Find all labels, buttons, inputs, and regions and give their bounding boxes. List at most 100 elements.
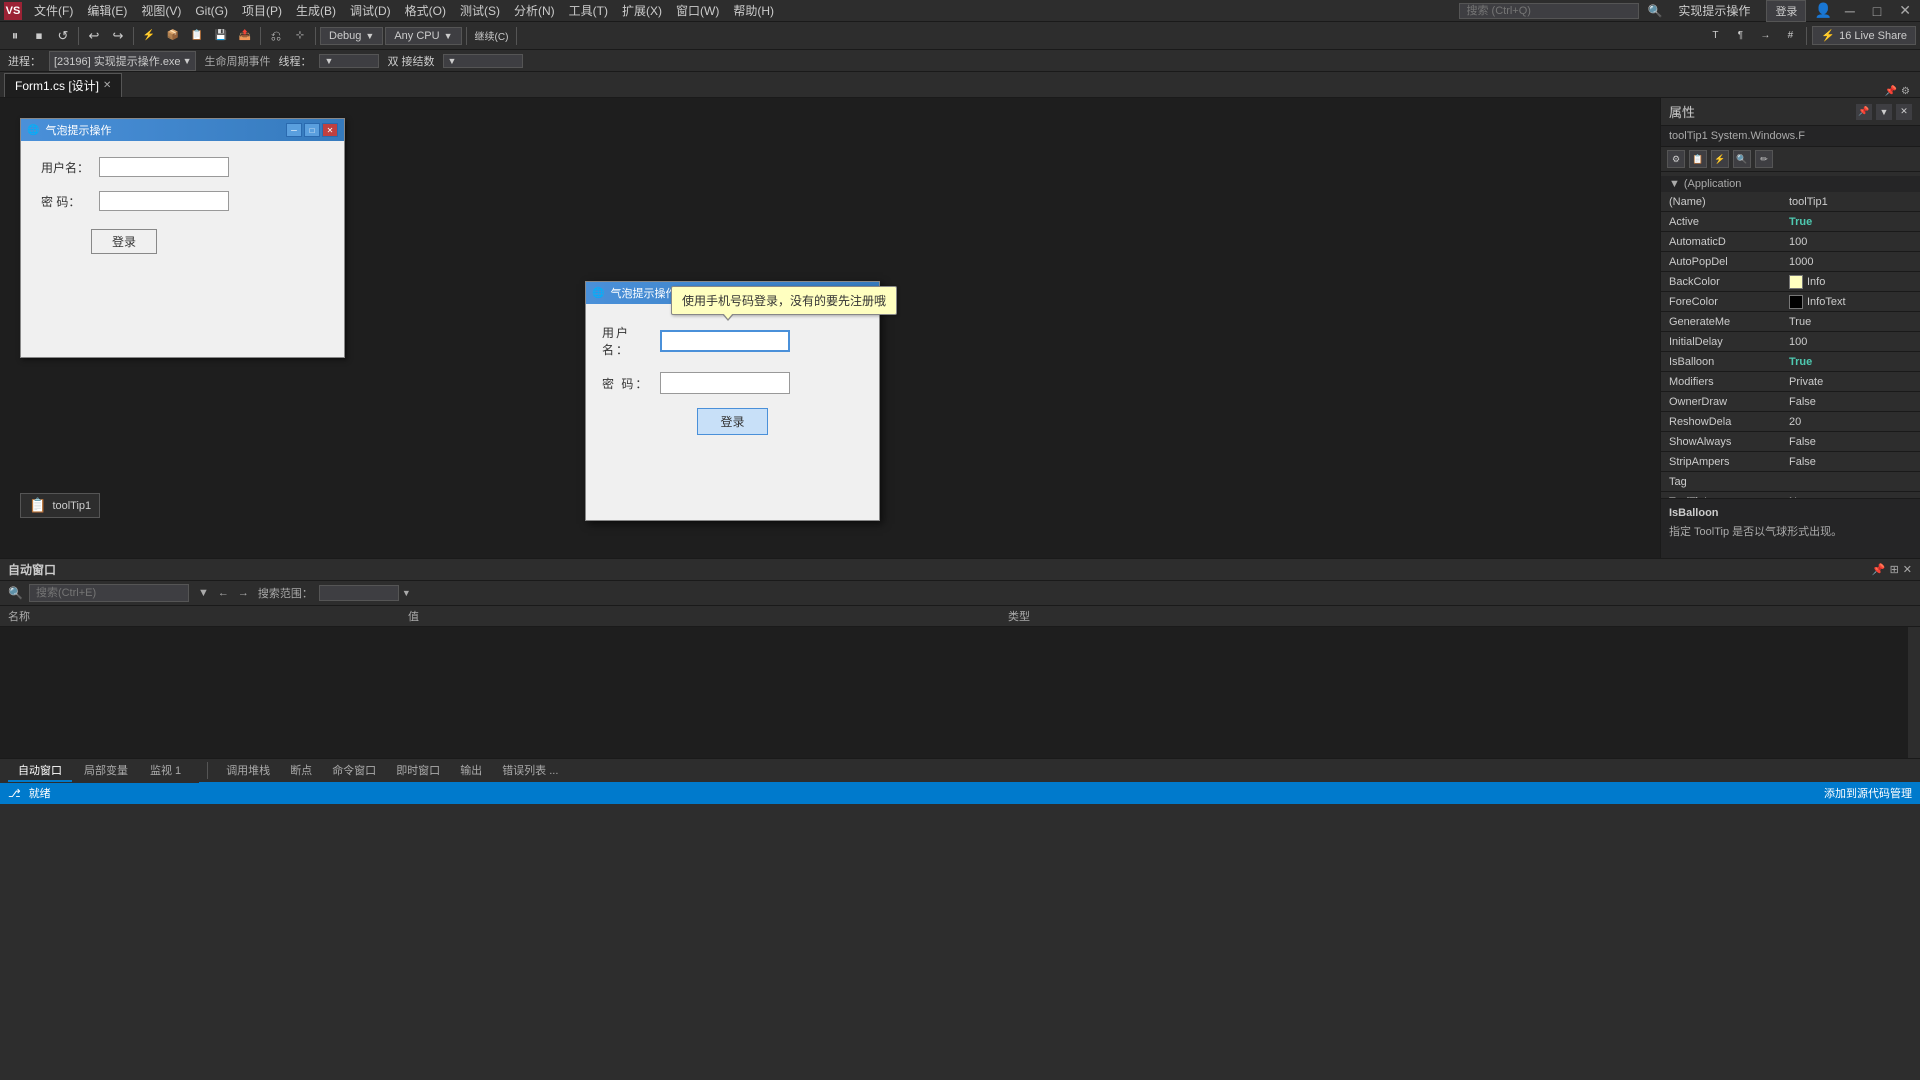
prop-row[interactable]: ForeColorInfoText [1661,292,1920,312]
prop-section-expand[interactable]: ▼ [1669,178,1680,190]
menu-item-window[interactable]: 窗口(W) [670,1,725,20]
menu-item-debug[interactable]: 调试(D) [344,1,397,20]
thread-dropdown[interactable]: ▼ [319,54,379,68]
login-button-top[interactable]: 登录 [1766,0,1806,22]
form1-username-input[interactable] [99,157,229,177]
search-scope-input[interactable] [319,585,399,601]
debug-dropdown[interactable]: Debug ▼ [320,27,383,45]
bottom-pin-icon[interactable]: 📌 [1872,563,1886,576]
pause-button[interactable]: ⏸ [4,25,26,47]
tab-auto-window[interactable]: 自动窗口 [8,760,72,782]
search-next-icon[interactable]: → [235,586,252,600]
right-btn4[interactable]: # [1779,25,1801,47]
prop-row[interactable]: Tag [1661,472,1920,492]
prop-toolbar-btn4[interactable]: 🔍 [1733,150,1751,168]
right-btn1[interactable]: T [1704,25,1726,47]
prop-row[interactable]: BackColorInfo [1661,272,1920,292]
tab-watch1[interactable]: 监视 1 [140,760,191,782]
prop-row[interactable]: ReshowDela20 [1661,412,1920,432]
select-btn[interactable]: ⊹ [289,25,311,47]
runtime-login-button[interactable]: 登录 [697,408,767,435]
prop-row[interactable]: ModifiersPrivate [1661,372,1920,392]
search-dropdown-icon[interactable]: ▼ [195,586,212,600]
form1-login-button[interactable]: 登录 [91,229,157,254]
tab-immediate-window[interactable]: 即时窗口 [386,760,450,782]
menu-item-edit[interactable]: 编辑(E) [81,1,133,20]
btn3[interactable]: 📋 [186,25,208,47]
tab-call-stack[interactable]: 调用堆栈 [216,760,280,782]
tab-local-vars[interactable]: 局部变量 [74,760,138,782]
btn4[interactable]: 💾 [210,25,232,47]
lifecycle-btn[interactable]: 生命周期事件 [204,53,270,69]
search-prev-icon[interactable]: ← [215,586,232,600]
menu-item-tools[interactable]: 工具(T) [563,1,614,20]
prop-row[interactable]: InitialDelay100 [1661,332,1920,352]
prop-row[interactable]: IsBalloonTrue [1661,352,1920,372]
tab-command-window[interactable]: 命令窗口 [322,760,386,782]
runtime-window[interactable]: 🌐 气泡提示操作 ─ □ ✕ 使用手机号码登录，没有的要先注册哦 用户名： [585,281,880,521]
menu-item-project[interactable]: 项目(P) [236,1,288,20]
menu-item-view[interactable]: 视图(V) [135,1,187,20]
stop-button[interactable]: ⏹ [28,25,50,47]
right-btn2[interactable]: ¶ [1729,25,1751,47]
prop-row[interactable]: AutoPopDel1000 [1661,252,1920,272]
btn1[interactable]: ⚡ [138,25,160,47]
menu-item-test[interactable]: 测试(S) [454,1,506,20]
prop-row[interactable]: AutomaticD100 [1661,232,1920,252]
runtime-username-input[interactable] [660,330,790,352]
any-cpu-dropdown[interactable]: Any CPU ▼ [385,27,461,45]
bottom-search-input[interactable] [29,584,189,602]
close-button[interactable]: ✕ [1894,0,1916,21]
form1-close[interactable]: ✕ [322,123,338,137]
minimize-button[interactable]: ─ [1840,1,1860,21]
prop-pin-icon[interactable]: 📌 [1856,104,1872,120]
undo2-button[interactable]: ⎌ [265,25,287,47]
bottom-scrollbar[interactable] [1908,627,1920,758]
menu-item-format[interactable]: 格式(O) [399,1,452,20]
search-filter-icon[interactable]: 搜索范围： [255,584,316,602]
restart-button[interactable]: ↺ [52,25,74,47]
process-dropdown[interactable]: [23196] 实现提示操作.exe ▼ [49,51,196,71]
tab-form1-design[interactable]: Form1.cs [设计] ✕ [4,73,122,97]
form1-minimize[interactable]: ─ [286,123,302,137]
bottom-unpin-icon[interactable]: ⊞ [1890,563,1899,576]
btn2[interactable]: 📦 [162,25,184,47]
tab-close-button[interactable]: ✕ [103,80,111,91]
prop-toolbar-btn5[interactable]: ✏ [1755,150,1773,168]
tooltip-component[interactable]: 📋 toolTip1 [20,493,100,518]
form1-design-window[interactable]: 🌐 气泡提示操作 ─ □ ✕ 用户名： 密 码： 登录 [20,118,345,358]
form1-password-input[interactable] [99,191,229,211]
runtime-password-input[interactable] [660,372,790,394]
stack-dropdown[interactable]: ▼ [443,54,523,68]
prop-toolbar-btn3[interactable]: ⚡ [1711,150,1729,168]
prop-menu-icon[interactable]: ▼ [1876,104,1892,120]
prop-row[interactable]: StripAmpersFalse [1661,452,1920,472]
prop-row[interactable]: OwnerDrawFalse [1661,392,1920,412]
redo-button[interactable]: ↪ [107,25,129,47]
continue-btn[interactable]: 继续(C) [471,25,513,47]
btn5[interactable]: 📤 [234,25,256,47]
prop-close-icon[interactable]: ✕ [1896,104,1912,120]
global-search-input[interactable] [1459,3,1639,19]
menu-item-file[interactable]: 文件(F) [28,1,79,20]
tab-output[interactable]: 输出 [450,760,492,782]
bottom-close-icon[interactable]: ✕ [1903,563,1912,576]
menu-item-analyze[interactable]: 分析(N) [508,1,561,20]
tab-pin-icon[interactable]: 📌 [1885,86,1897,97]
tab-breakpoints[interactable]: 断点 [280,760,322,782]
undo-button[interactable]: ↩ [83,25,105,47]
prop-row[interactable]: ActiveTrue [1661,212,1920,232]
menu-item-git[interactable]: Git(G) [189,3,234,19]
add-source-control[interactable]: 添加到源代码管理 [1824,785,1912,801]
menu-item-help[interactable]: 帮助(H) [727,1,780,20]
form1-maximize[interactable]: □ [304,123,320,137]
tab-error-list[interactable]: 错误列表 ... [492,760,568,782]
maximize-button[interactable]: □ [1868,1,1886,21]
menu-item-extensions[interactable]: 扩展(X) [616,1,668,20]
prop-toolbar-btn2[interactable]: 📋 [1689,150,1707,168]
prop-row[interactable]: GenerateMeTrue [1661,312,1920,332]
tab-gear-icon[interactable]: ⚙ [1901,86,1910,97]
prop-row[interactable]: (Name)toolTip1 [1661,192,1920,212]
prop-row[interactable]: ShowAlwaysFalse [1661,432,1920,452]
menu-item-build[interactable]: 生成(B) [290,1,342,20]
